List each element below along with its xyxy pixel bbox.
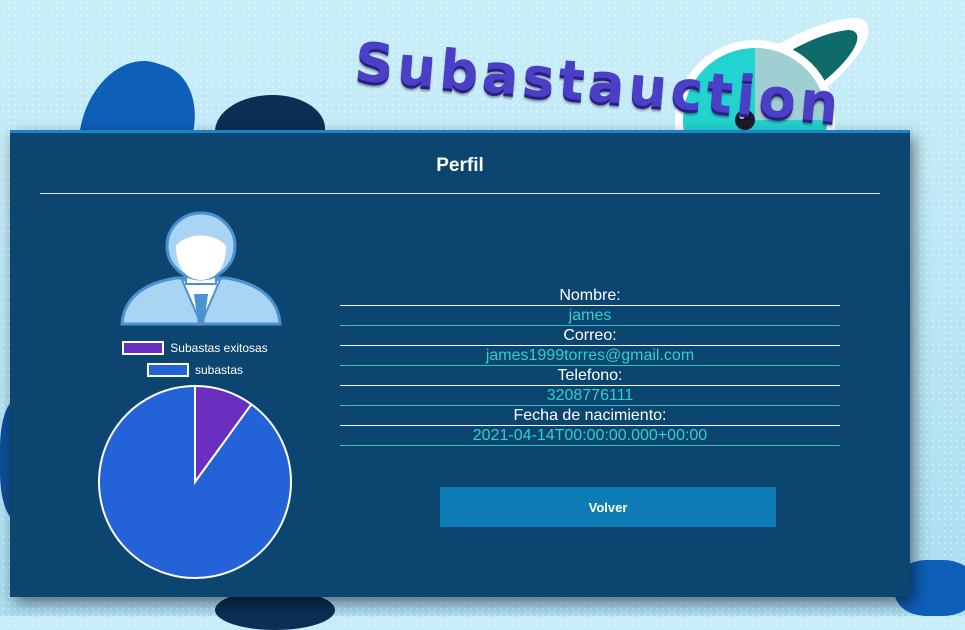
fecha-nacimiento-label: Fecha de nacimiento: [340,406,840,426]
legend-label: subastas [194,363,244,377]
pie-slice-subastas[interactable] [98,384,292,579]
title-divider [40,193,880,194]
chart-legend: Subastas exitosas subastas [70,337,320,381]
telefono-label: Telefono: [340,366,840,386]
page-title: Perfil [436,155,484,176]
correo-label: Correo: [340,326,840,346]
nombre-value: james [340,306,840,326]
profile-card: Perfil Subastas exitosas subastas Nombre… [10,130,910,597]
fecha-nacimiento-value: 2021-04-14T00:00:00.000+00:00 [340,426,840,446]
legend-label: Subastas exitosas [170,341,268,355]
volver-button[interactable]: Volver [440,487,776,527]
user-avatar-icon [120,211,282,326]
telefono-value: 3208776111 [340,386,840,406]
legend-item[interactable]: subastas [70,359,320,381]
nombre-label: Nombre: [340,286,840,306]
legend-swatch [122,341,165,355]
profile-info: Nombre: james Correo: james1999torres@gm… [340,286,840,446]
legend-swatch [146,363,189,377]
pie-chart [98,384,292,579]
legend-item[interactable]: Subastas exitosas [70,337,320,359]
correo-value: james1999torres@gmail.com [340,346,840,366]
